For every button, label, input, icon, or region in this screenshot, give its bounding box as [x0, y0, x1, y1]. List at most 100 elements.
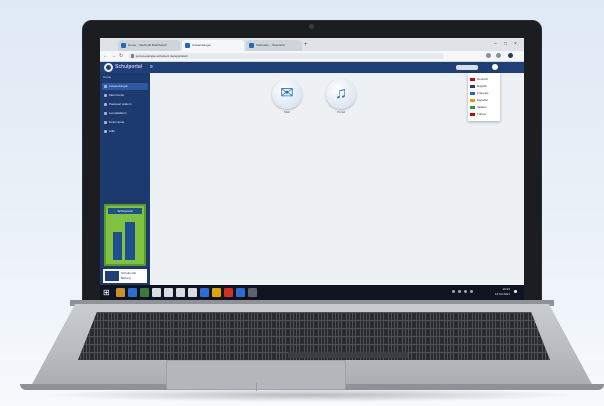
taskbar-app-icon[interactable] — [116, 288, 125, 297]
taskbar-clock[interactable]: 10:24 12.03.2021 — [488, 287, 510, 297]
keyboard — [78, 312, 550, 360]
start-button[interactable]: ⊞ — [103, 288, 110, 297]
taskbar-app-icon[interactable] — [128, 288, 137, 297]
wifi-icon[interactable] — [464, 290, 467, 293]
browser-tab-strip: Home – Webmail Dashboard Anwendungen Sta… — [100, 38, 524, 51]
app-logo-icon — [104, 63, 113, 72]
maximize-button[interactable]: □ — [504, 40, 507, 48]
flag-icon — [470, 112, 475, 116]
sidebar-item-label: Hilfe — [109, 129, 116, 133]
key-icon — [104, 103, 107, 106]
address-bar[interactable]: portal.example-schulnetz.de/apps/start — [128, 53, 444, 59]
logo-text-line-2: Bildung — [121, 276, 132, 280]
portal-icon: ♫ — [326, 79, 356, 109]
taskbar-app-icon[interactable] — [212, 288, 221, 297]
language-option-label: Deutsch — [477, 77, 489, 81]
language-option[interactable]: Italiano — [470, 104, 498, 111]
mail-icon: ✉ — [272, 79, 302, 109]
tab-label: Startseite – Übersicht — [256, 43, 285, 47]
language-option[interactable]: Türkçe — [470, 111, 498, 118]
tab-favicon — [249, 43, 254, 48]
forward-button[interactable]: → — [111, 52, 116, 60]
tray-icon[interactable] — [452, 290, 455, 293]
app-tile-label: Mail — [284, 110, 290, 114]
clock-date: 12.03.2021 — [494, 292, 510, 296]
app-header: Schulportal ≡ — [100, 62, 524, 73]
taskbar-app-icon[interactable] — [248, 288, 257, 297]
taskbar: ⊞ 10:24 12.03.2021 — [100, 285, 524, 300]
sidebar-item-learning[interactable]: Lernplattform — [102, 110, 148, 117]
language-option-label: Türkçe — [477, 112, 487, 116]
browser-toolbar: ← → ↻ portal.example-schulnetz.de/apps/s… — [100, 51, 524, 62]
sidebar-item-label: Passwort ändern — [109, 102, 132, 106]
new-tab-button[interactable]: + — [304, 41, 308, 49]
language-option[interactable]: Deutsch — [470, 76, 498, 83]
sidebar-item-label: Mein Konto — [109, 93, 125, 97]
minimize-button[interactable]: – — [494, 40, 497, 48]
taskbar-app-icon[interactable] — [224, 288, 233, 297]
taskbar-app-icon[interactable] — [152, 288, 161, 297]
user-menu[interactable] — [456, 65, 478, 70]
browser-tab-2[interactable]: Anwendungen — [182, 40, 244, 51]
sidebar-item-help[interactable]: Hilfe — [102, 128, 148, 135]
sidebar-item-account[interactable]: Mein Konto — [102, 92, 148, 99]
logo-mark-icon — [105, 271, 119, 281]
logo-text: Schulportal Bildung — [121, 271, 136, 281]
touchpad — [166, 360, 346, 391]
help-icon — [104, 130, 107, 133]
sidebar-item-password[interactable]: Passwort ändern — [102, 101, 148, 108]
flag-icon — [470, 98, 475, 102]
language-option[interactable]: English — [470, 83, 498, 90]
sidebar-footer-logo: Schulportal Bildung — [103, 269, 147, 283]
volume-icon[interactable] — [470, 290, 473, 293]
sidebar-item-label: Anwendungen — [109, 84, 129, 88]
flag-icon — [470, 84, 475, 88]
taskbar-app-icon[interactable] — [164, 288, 173, 297]
promo-title: Schulportal — [108, 208, 142, 214]
touchpad-button-divider — [256, 383, 257, 391]
flag-icon — [470, 91, 475, 95]
profile-avatar[interactable] — [508, 53, 513, 58]
webcam — [309, 24, 314, 29]
tab-favicon — [121, 43, 126, 48]
reload-button[interactable]: ↻ — [119, 52, 123, 60]
address-bar-url: portal.example-schulnetz.de/apps/start — [136, 54, 188, 58]
extension-icon[interactable] — [486, 53, 491, 58]
app-tile-portal[interactable]: ♫ Portal — [326, 79, 356, 115]
close-button[interactable]: × — [514, 40, 517, 48]
star-icon[interactable] — [496, 53, 501, 58]
user-icon — [104, 94, 107, 97]
app-tile-label: Portal — [337, 110, 345, 114]
mail-glyph: ✉ — [280, 85, 294, 102]
portal-glyph: ♫ — [335, 85, 347, 102]
promo-banner[interactable]: Schulportal — [104, 204, 146, 266]
tab-label: Anwendungen — [192, 43, 212, 47]
sidebar-home-link[interactable]: Home — [103, 75, 111, 79]
sidebar-item-apps[interactable]: Anwendungen — [102, 83, 148, 90]
browser-tab-3[interactable]: Startseite – Übersicht — [246, 40, 302, 51]
taskbar-app-icon[interactable] — [188, 288, 197, 297]
sidebar-item-documents[interactable]: Dokumente — [102, 119, 148, 126]
taskbar-app-icon[interactable] — [236, 288, 245, 297]
taskbar-app-icon[interactable] — [140, 288, 149, 297]
language-option[interactable]: Español — [470, 97, 498, 104]
menu-toggle-icon[interactable]: ≡ — [150, 62, 153, 73]
main-content: ✉ Mail ♫ Portal Deutsch English Français Es… — [150, 73, 524, 285]
language-menu: Deutsch English Français Español Italiano Tür… — [468, 73, 500, 121]
app-tile-mail[interactable]: ✉ Mail — [272, 79, 302, 115]
browser-tab-1[interactable]: Home – Webmail Dashboard — [118, 40, 180, 51]
document-icon — [104, 121, 107, 124]
laptop-screen: Home – Webmail Dashboard Anwendungen Sta… — [100, 38, 524, 300]
notification-center-icon[interactable] — [514, 290, 517, 293]
back-button[interactable]: ← — [103, 52, 108, 60]
tray-icon[interactable] — [458, 290, 461, 293]
taskbar-app-icon[interactable] — [200, 288, 209, 297]
lock-icon — [131, 54, 134, 58]
notification-icon[interactable] — [492, 64, 498, 70]
tab-favicon — [185, 43, 190, 48]
language-option-label: Español — [477, 98, 488, 102]
sidebar-item-label: Dokumente — [109, 120, 125, 124]
language-option[interactable]: Français — [470, 90, 498, 97]
taskbar-app-icon[interactable] — [176, 288, 185, 297]
laptop-shadow — [40, 388, 580, 402]
